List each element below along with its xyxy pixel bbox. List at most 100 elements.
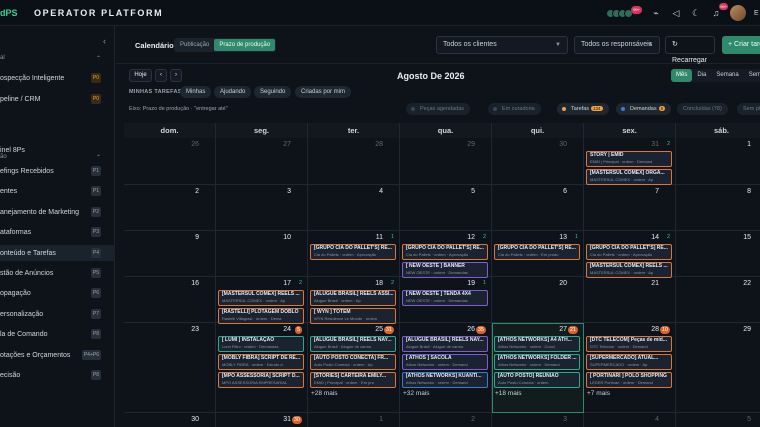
view-day[interactable]: Dia (692, 69, 711, 82)
day-cell[interactable]: 8 (676, 185, 760, 231)
sidebar-item[interactable]: stão de Anúncios P5 (0, 265, 115, 281)
chip-helping[interactable]: Ajudando (214, 86, 252, 98)
status-filter-chip[interactable]: Concluídas (78) (677, 103, 728, 115)
task-card[interactable]: [ALUGUE BRASIL] REELS NAY... Alugue Brasi… (310, 336, 396, 352)
status-filter-chip[interactable]: Demandas 8 (616, 103, 672, 115)
day-cell[interactable]: 16 (124, 277, 216, 323)
user-menu-label[interactable]: E (754, 10, 760, 17)
day-cell[interactable]: 28 10 [DTC TELECOM] Peças de míd... DTC Tel… (584, 323, 676, 413)
task-card[interactable]: [ALUGUE BRASIL] REELS NAY... Alugue Brasi… (402, 336, 488, 352)
sidebar-item[interactable]: peline / CRM P0 (0, 91, 115, 107)
responsible-select[interactable]: Todos os responsáveis ▼ (574, 36, 660, 54)
task-card[interactable]: [MPO ASSESSORIA] SCRIPT D... MPO ASSESSOR… (218, 372, 304, 388)
task-card[interactable]: [ATHOS NETWORKS] FOLDER ... Athos Network… (494, 354, 580, 370)
bell-icon[interactable]: ♫ 99+ (710, 3, 728, 19)
day-cell[interactable]: 23 (124, 323, 216, 413)
task-card[interactable]: [GRUPO CIA DO PALLET'S] RE... Cia do Pall… (586, 244, 672, 260)
day-cell[interactable]: 13 1 [GRUPO CIA DO PALLET'S] RE... Cia do P… (492, 231, 584, 277)
sidebar-item[interactable]: anejamento de Marketing P2 (0, 204, 115, 220)
task-card[interactable]: [ NEW OESTE ] TENDA 4X4 NEW OESTE · ordem… (402, 290, 488, 306)
create-task-button[interactable]: + Criar tarefa (722, 36, 760, 54)
day-cell[interactable]: 21 (584, 277, 676, 323)
task-card[interactable]: [GRUPO CIA DO PALLET'S] RE... Cia do Pall… (402, 244, 488, 260)
task-card[interactable]: STORY | EMID EMID | Principal · ordem · D… (586, 151, 672, 167)
day-cell[interactable]: 31 30 (216, 413, 308, 427)
sidebar-item[interactable]: ataformas P3 (0, 224, 115, 240)
task-card[interactable]: [AUTO POSTO CONECTA] FR... Auto Posto Con… (310, 354, 396, 370)
day-cell[interactable]: 7 (584, 185, 676, 231)
client-select[interactable]: Todos os clientes ▼ (436, 36, 568, 54)
task-card[interactable]: [SUPERMERCADO] ATUAL... SUPERMERCADO · or… (586, 354, 672, 370)
day-cell[interactable]: 1 (308, 413, 400, 427)
more-tasks-link[interactable]: +32 mais (403, 390, 430, 397)
sidebar-item[interactable]: entes P1 (0, 183, 115, 199)
refresh-button[interactable]: ↻ Recarregar (665, 36, 715, 64)
day-cell[interactable]: 10 (216, 231, 308, 277)
today-button[interactable]: Hoje (129, 69, 152, 82)
day-cell[interactable]: 22 (676, 277, 760, 323)
chip-following[interactable]: Seguindo (254, 86, 292, 98)
online-users[interactable]: 99+ (606, 6, 642, 18)
chip-created-by-me[interactable]: Criadas por mim (295, 86, 352, 98)
task-card[interactable]: [GRUPO CIA DO PALLET'S] RE... Cia do Pall… (494, 244, 580, 260)
day-cell[interactable]: 4 (584, 413, 676, 427)
sidebar-item[interactable]: ospecção Inteligente P0 (0, 70, 115, 86)
status-filter-chip[interactable]: Tarefas 134 (557, 103, 609, 115)
task-card[interactable]: [ PORTINARI ] POLO SHOPPING LEDER Portina… (586, 372, 672, 388)
task-card[interactable]: [STORIES] CARTEIRA EMILY... EMID | Princi… (310, 372, 396, 388)
day-cell[interactable]: 12 2 [GRUPO CIA DO PALLET'S] RE... Cia do P… (400, 231, 492, 278)
task-card[interactable]: [MASTERSUL COMEX] REELS ... MASTERSUL COM… (218, 290, 304, 306)
task-card[interactable]: [ ATHOS ] SACOLA Athos Networks · ordem ·… (402, 354, 488, 370)
day-cell[interactable]: 29 (676, 323, 760, 413)
day-cell[interactable]: 28 (308, 138, 400, 185)
task-card[interactable]: [ WYN ] TOTEM WYN Residence Le Monde · or… (310, 308, 396, 324)
day-cell[interactable]: 2 (124, 185, 216, 231)
sidebar-group-label[interactable]: al ⌃ (0, 55, 115, 62)
day-cell[interactable]: 26 35 [ALUGUE BRASIL] REELS NAY... Alugue B… (400, 323, 492, 413)
task-card[interactable]: [DTC TELECOM] Peças de míd... DTC Telecom… (586, 336, 672, 352)
task-card[interactable]: [ALUGUE BRASIL] REELS ASSI... Alugue Bras… (310, 290, 396, 306)
next-month-button[interactable]: › (170, 69, 182, 82)
sidebar-item[interactable]: onteúdo e Tarefas P4 (0, 245, 115, 261)
day-cell[interactable]: 19 1 [ NEW OESTE ] TENDA 4X4 NEW OESTE · or… (400, 277, 492, 323)
day-cell[interactable]: 9 (124, 231, 216, 277)
day-cell[interactable]: 5 (676, 413, 760, 427)
day-cell[interactable]: 26 (124, 138, 216, 185)
view-other[interactable]: Sem (744, 69, 760, 82)
moon-icon[interactable]: ☾ (690, 7, 702, 19)
view-week[interactable]: Semana (711, 69, 743, 82)
day-cell[interactable]: 2 (400, 413, 492, 427)
task-card[interactable]: [ NEW OESTE ] BANNER NEW OESTE · ordem · … (402, 262, 488, 278)
collapse-sidebar-icon[interactable]: ‹ (103, 36, 106, 46)
day-cell[interactable]: 4 (308, 185, 400, 231)
more-tasks-link[interactable]: +28 mais (311, 390, 338, 397)
sidebar-item[interactable]: inel 8Ps (0, 142, 115, 158)
day-cell[interactable]: 5 (400, 185, 492, 231)
day-cell[interactable]: 1 (676, 138, 760, 185)
status-filter-chip[interactable]: Peças agendadas (406, 103, 471, 115)
task-card[interactable]: [GRUPO CIA DO PALLET'S] RE... Cia do Pall… (310, 244, 396, 260)
task-card[interactable]: [MASTERSUL COMEX] ORGA... MASTERSUL COMEX… (586, 169, 672, 185)
day-cell[interactable]: 30 (492, 138, 584, 185)
day-cell[interactable]: 29 (400, 138, 492, 185)
day-cell[interactable]: 6 (492, 185, 584, 231)
day-cell[interactable]: 3 (216, 185, 308, 231)
task-card[interactable]: [AUTO POSTO] REUNIÃO Auto Posto Conecta ·… (494, 372, 580, 388)
day-cell[interactable]: 31 2 STORY | EMID EMID | Principal · ordem … (584, 138, 676, 185)
prev-month-button[interactable]: ‹ (155, 69, 167, 82)
app-logo[interactable]: dPS (0, 8, 22, 18)
sound-icon[interactable]: ◁ (670, 7, 682, 19)
sidebar-item[interactable]: ersonalização P7 (0, 306, 115, 322)
day-cell[interactable]: 15 (676, 231, 760, 277)
more-tasks-link[interactable]: +7 mais (587, 390, 610, 397)
sidebar-item[interactable]: opagação P6 (0, 285, 115, 301)
day-cell[interactable]: 3 (492, 413, 584, 427)
more-tasks-link[interactable]: +18 mais (495, 390, 522, 397)
toggle-production-deadline[interactable]: Prazo de produção (214, 39, 276, 51)
activity-icon[interactable]: ⌁ (650, 7, 662, 19)
task-card[interactable]: [ATHOS NETWORKS] A4 ATH... Athos Networks… (494, 336, 580, 352)
day-cell[interactable]: 14 2 [GRUPO CIA DO PALLET'S] RE... Cia do P… (584, 231, 676, 278)
day-cell[interactable]: 20 (492, 277, 584, 323)
task-card[interactable]: [MOBLY FIBRA] SCRIPT DE RE... MOBLY FIBRA… (218, 354, 304, 370)
status-filter-chip[interactable]: Em curadoria (488, 103, 541, 115)
